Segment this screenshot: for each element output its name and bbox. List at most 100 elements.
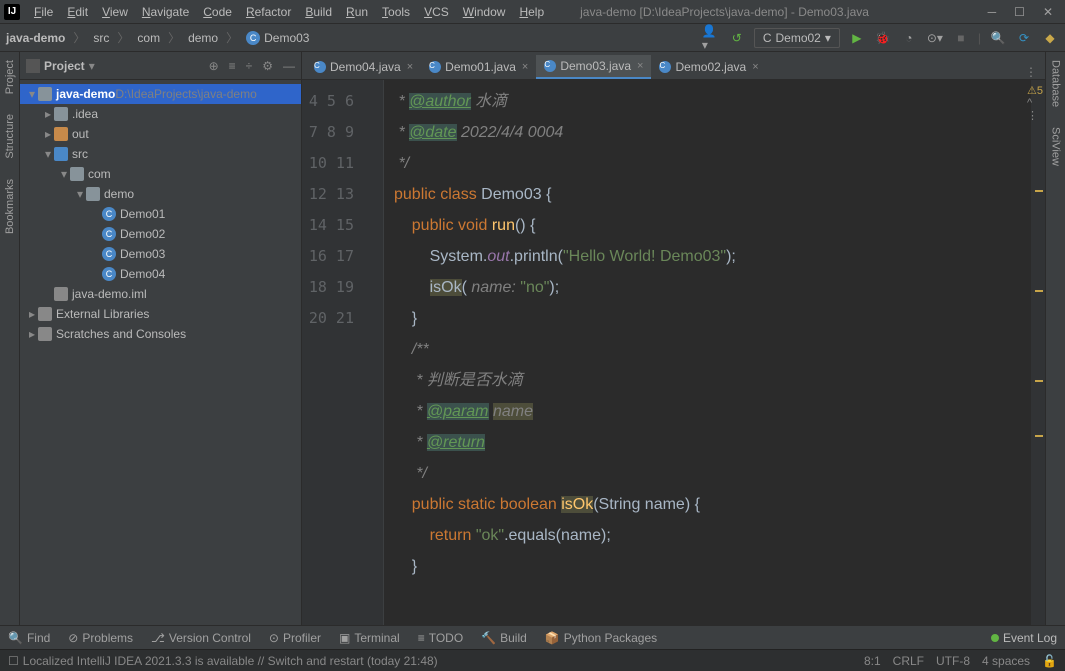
hammer-icon[interactable]: ↺ xyxy=(728,29,746,47)
app-logo: IJ xyxy=(4,4,20,20)
tree-item[interactable]: ▾src xyxy=(20,144,301,164)
tool-label: Build xyxy=(500,631,527,645)
tree-item[interactable]: CDemo01 xyxy=(20,204,301,224)
status-cell[interactable]: 8:1 xyxy=(864,654,881,668)
tree-item[interactable]: CDemo04 xyxy=(20,264,301,284)
tree-item[interactable]: java-demo.iml xyxy=(20,284,301,304)
tree-item-label: java-demo.iml xyxy=(72,287,147,301)
settings-icon[interactable]: ⚙ xyxy=(262,59,273,73)
ide-scripting-icon[interactable]: ◆ xyxy=(1041,29,1059,47)
class-icon: C xyxy=(102,247,116,261)
stop-icon[interactable]: ■ xyxy=(952,29,970,47)
tool-window-sciview[interactable]: SciView xyxy=(1050,127,1062,166)
editor-tab[interactable]: CDemo02.java× xyxy=(651,55,766,79)
tab-more-icon[interactable]: ⋮ xyxy=(1017,65,1045,79)
menu-navigate[interactable]: Navigate xyxy=(136,3,195,21)
search-icon[interactable]: 🔍 xyxy=(989,29,1007,47)
status-cell[interactable]: 4 spaces xyxy=(982,654,1030,668)
folder-orange-icon xyxy=(54,127,68,141)
close-tab-icon[interactable]: × xyxy=(637,60,643,72)
hide-icon[interactable]: — xyxy=(283,59,295,73)
menu-tools[interactable]: Tools xyxy=(376,3,416,21)
menu-view[interactable]: View xyxy=(96,3,134,21)
tool-find[interactable]: 🔍Find xyxy=(8,631,50,645)
tree-item-label: External Libraries xyxy=(56,307,149,321)
minimize-icon[interactable]: ─ xyxy=(988,5,997,19)
tree-item[interactable]: ▸out xyxy=(20,124,301,144)
profile-icon[interactable]: ⊙▾ xyxy=(926,29,944,47)
close-icon[interactable]: ✕ xyxy=(1043,5,1053,19)
maximize-icon[interactable]: ☐ xyxy=(1014,5,1025,19)
tree-item[interactable]: C Demo03 xyxy=(20,244,301,264)
tree-item[interactable]: ▸.idea xyxy=(20,104,301,124)
code-editor[interactable]: * @author 水滴 * @date 2022/4/4 0004 */pub… xyxy=(384,80,1031,625)
select-opened-icon[interactable]: ⊕ xyxy=(209,59,219,73)
status-cell[interactable]: CRLF xyxy=(893,654,924,668)
breadcrumb-item[interactable]: demo xyxy=(188,31,218,45)
status-cell[interactable]: UTF-8 xyxy=(936,654,970,668)
error-stripe[interactable]: ⚠5 ^ ⋮ xyxy=(1031,80,1045,625)
project-sidebar: Project ▾ ⊕ ≡ ÷ ⚙ — ▾java-demo D:\IdeaPr… xyxy=(20,52,302,625)
user-icon[interactable]: 👤▾ xyxy=(702,29,720,47)
menu-help[interactable]: Help xyxy=(513,3,550,21)
collapse-all-icon[interactable]: ÷ xyxy=(246,59,253,73)
sync-icon[interactable]: ⟳ xyxy=(1015,29,1033,47)
menu-build[interactable]: Build xyxy=(299,3,338,21)
breadcrumb: java-demo〉src〉com〉demo〉CDemo03 xyxy=(6,29,309,46)
editor-tab[interactable]: CDemo04.java× xyxy=(306,55,421,79)
close-tab-icon[interactable]: × xyxy=(522,61,528,73)
tree-item[interactable]: ▸External Libraries xyxy=(20,304,301,324)
tool-icon: 📦 xyxy=(545,631,560,645)
tool-problems[interactable]: ⊘Problems xyxy=(68,631,133,645)
tool-todo[interactable]: ≡TODO xyxy=(418,631,463,645)
tree-item-label: Demo04 xyxy=(120,267,165,281)
coverage-icon[interactable]: ◔ xyxy=(900,29,918,47)
status-message[interactable]: Localized IntelliJ IDEA 2021.3.3 is avai… xyxy=(23,654,438,668)
tool-window-structure[interactable]: Structure xyxy=(4,114,16,159)
window-title: java-demo [D:\IdeaProjects\java-demo] - … xyxy=(550,5,988,19)
tree-item[interactable]: ▾com xyxy=(20,164,301,184)
event-log-button[interactable]: Event Log xyxy=(1003,631,1057,645)
editor-tab[interactable]: CDemo01.java× xyxy=(421,55,536,79)
tool-window-bookmarks[interactable]: Bookmarks xyxy=(4,179,16,234)
tree-item[interactable]: ▾java-demo D:\IdeaProjects\java-demo xyxy=(20,84,301,104)
tool-version-control[interactable]: ⎇Version Control xyxy=(151,631,251,645)
tree-item[interactable]: CDemo02 xyxy=(20,224,301,244)
tool-icon: ⊘ xyxy=(68,631,78,645)
tool-label: Python Packages xyxy=(564,631,657,645)
breadcrumb-item[interactable]: src xyxy=(93,31,109,45)
project-icon xyxy=(26,59,40,73)
breadcrumb-item[interactable]: Demo03 xyxy=(264,31,309,45)
chevron-down-icon[interactable]: ▾ xyxy=(89,59,95,73)
lock-icon[interactable]: 🔓 xyxy=(1042,654,1057,668)
menu-refactor[interactable]: Refactor xyxy=(240,3,297,21)
expand-all-icon[interactable]: ≡ xyxy=(229,59,236,73)
menu-window[interactable]: Window xyxy=(457,3,512,21)
class-icon: C xyxy=(314,61,326,73)
editor-tab[interactable]: CDemo03.java× xyxy=(536,55,651,79)
tool-python-packages[interactable]: 📦 Python Packages xyxy=(545,631,657,645)
menu-run[interactable]: Run xyxy=(340,3,374,21)
menu-code[interactable]: Code xyxy=(197,3,238,21)
breadcrumb-item[interactable]: com xyxy=(137,31,160,45)
tree-item[interactable]: ▸Scratches and Consoles xyxy=(20,324,301,344)
close-tab-icon[interactable]: × xyxy=(407,61,413,73)
menu-file[interactable]: File xyxy=(28,3,59,21)
tree-item[interactable]: ▾demo xyxy=(20,184,301,204)
close-tab-icon[interactable]: × xyxy=(752,61,758,73)
run-icon[interactable]: ▶ xyxy=(848,29,866,47)
tool-window-project[interactable]: Project xyxy=(4,60,16,94)
tool-window-database[interactable]: Database xyxy=(1050,60,1062,107)
debug-icon[interactable]: 🐞 xyxy=(874,29,892,47)
tool-terminal[interactable]: ▣Terminal xyxy=(339,631,400,645)
menu-edit[interactable]: Edit xyxy=(61,3,94,21)
tool-build[interactable]: 🔨Build xyxy=(481,631,527,645)
breadcrumb-item[interactable]: java-demo xyxy=(6,31,65,45)
tab-label: Demo03.java xyxy=(560,59,631,73)
tool-profiler[interactable]: ⊙Profiler xyxy=(269,631,321,645)
tree-item-label: Demo03 xyxy=(120,247,165,261)
menu-vcs[interactable]: VCS xyxy=(418,3,455,21)
warnings-indicator[interactable]: ⚠5 ^ ⋮ xyxy=(1027,84,1043,122)
tool-label: Terminal xyxy=(354,631,399,645)
run-config-selector[interactable]: C Demo02 ▾ xyxy=(754,28,840,48)
